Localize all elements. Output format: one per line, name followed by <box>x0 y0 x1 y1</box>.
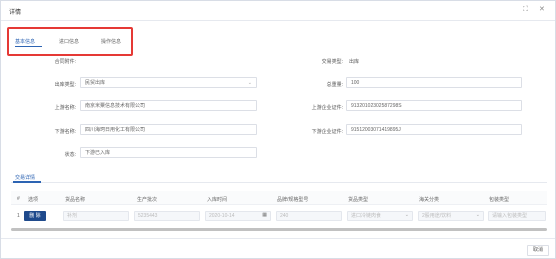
tab-trade-details[interactable]: 交易详情 <box>15 174 35 181</box>
col-product-name: 货品名称 <box>65 197 86 203</box>
downstream-name-label: 下游名称: <box>54 129 76 135</box>
col-product-type: 货品类型 <box>348 197 369 203</box>
col-brand-spec: 品牌/规格型号 <box>277 197 309 203</box>
dialog-titlebar: 详情 ⛶ ✕ <box>1 1 555 21</box>
footer-divider <box>1 238 555 239</box>
inbound-time-cell[interactable]: 2020-10-14 ▦ <box>205 211 271 221</box>
row-index: 1 <box>17 213 20 219</box>
upstream-name-label: 上游名称: <box>54 105 76 111</box>
downstream-name-input[interactable]: 四川海珂日用化工有限公司 <box>80 124 257 135</box>
status-value: 下游已入库 <box>85 150 111 156</box>
col-package-type: 包装类型 <box>489 197 510 203</box>
outbound-type-label: 出库类型: <box>54 82 76 88</box>
chevron-down-icon: ⌄ <box>247 80 252 86</box>
active-tab-indicator <box>15 46 42 47</box>
calendar-icon: ▦ <box>262 212 267 218</box>
upstream-name-input[interactable]: 南京米粟信息技术有限公司 <box>80 100 257 111</box>
package-type-input[interactable]: 请输入包装类型 <box>488 211 546 221</box>
chevron-down-icon: ⌄ <box>475 212 480 218</box>
upstream-license-input[interactable]: 91320102302587298S <box>346 100 522 111</box>
total-weight-value: 100 <box>351 80 360 86</box>
product-name-cell[interactable]: 补剂 <box>63 211 129 221</box>
product-type-value: 进口冷链肉食 <box>351 213 382 219</box>
cancel-button[interactable]: 取消 <box>527 245 549 256</box>
section-tab-indicator <box>13 181 41 183</box>
package-type-placeholder: 请输入包装类型 <box>492 213 528 219</box>
col-batch: 生产批次 <box>137 197 158 203</box>
trade-type-label: 交易类型: <box>321 59 343 65</box>
col-inbound-time: 入库时间 <box>207 197 228 203</box>
status-label: 状态: <box>64 152 76 158</box>
product-type-select[interactable]: 进口冷链肉食 ⌄ <box>347 211 413 221</box>
tab-basic-info[interactable]: 基本信息 <box>15 38 35 45</box>
outbound-type-select[interactable]: 民贸出库 ⌄ <box>80 77 257 88</box>
contract-attachment-label: 合同附件: <box>54 59 76 65</box>
tab-operation-info[interactable]: 操作信息 <box>101 38 121 45</box>
horizontal-scrollbar[interactable] <box>11 228 547 231</box>
expand-icon[interactable]: ⛶ <box>523 6 528 14</box>
downstream-license-label: 下游企业证件: <box>311 129 343 135</box>
section-divider <box>11 182 547 183</box>
chevron-down-icon: ⌄ <box>404 212 409 218</box>
trade-type-value: 出库 <box>349 59 360 65</box>
dialog-title: 详情 <box>9 10 22 16</box>
tab-import-info[interactable]: 进口信息 <box>59 38 79 45</box>
upstream-name-value: 南京米粟信息技术有限公司 <box>85 103 146 109</box>
batch-cell[interactable]: 5235443 <box>134 211 200 221</box>
col-customs-class: 海关分类 <box>419 197 440 203</box>
downstream-license-value: 91512003071419895J <box>351 127 401 133</box>
brand-spec-cell[interactable]: 240 <box>276 211 342 221</box>
downstream-name-value: 四川海珂日用化工有限公司 <box>85 127 146 133</box>
upstream-license-value: 91320102302587298S <box>351 103 402 109</box>
col-index: # <box>17 196 20 202</box>
outbound-type-value: 民贸出库 <box>85 80 106 86</box>
close-icon[interactable]: ✕ <box>539 6 545 14</box>
detail-dialog: 详情 ⛶ ✕ 基本信息 进口信息 操作信息 合同附件: 交易类型: 出库 出库类… <box>0 0 556 259</box>
col-option: 选项 <box>28 197 39 203</box>
total-weight-label: 总重量: <box>326 82 343 88</box>
delete-row-button[interactable]: 删 除 <box>24 211 46 221</box>
status-input[interactable]: 下游已入库 <box>80 147 257 158</box>
upstream-license-label: 上游企业证件: <box>311 105 343 111</box>
customs-class-value: 2股用途/饮料 <box>422 213 452 219</box>
total-weight-input[interactable]: 100 <box>346 77 522 88</box>
inbound-time-value: 2020-10-14 <box>209 213 235 219</box>
downstream-license-input[interactable]: 91512003071419895J <box>346 124 522 135</box>
customs-class-select[interactable]: 2股用途/饮料 ⌄ <box>418 211 484 221</box>
